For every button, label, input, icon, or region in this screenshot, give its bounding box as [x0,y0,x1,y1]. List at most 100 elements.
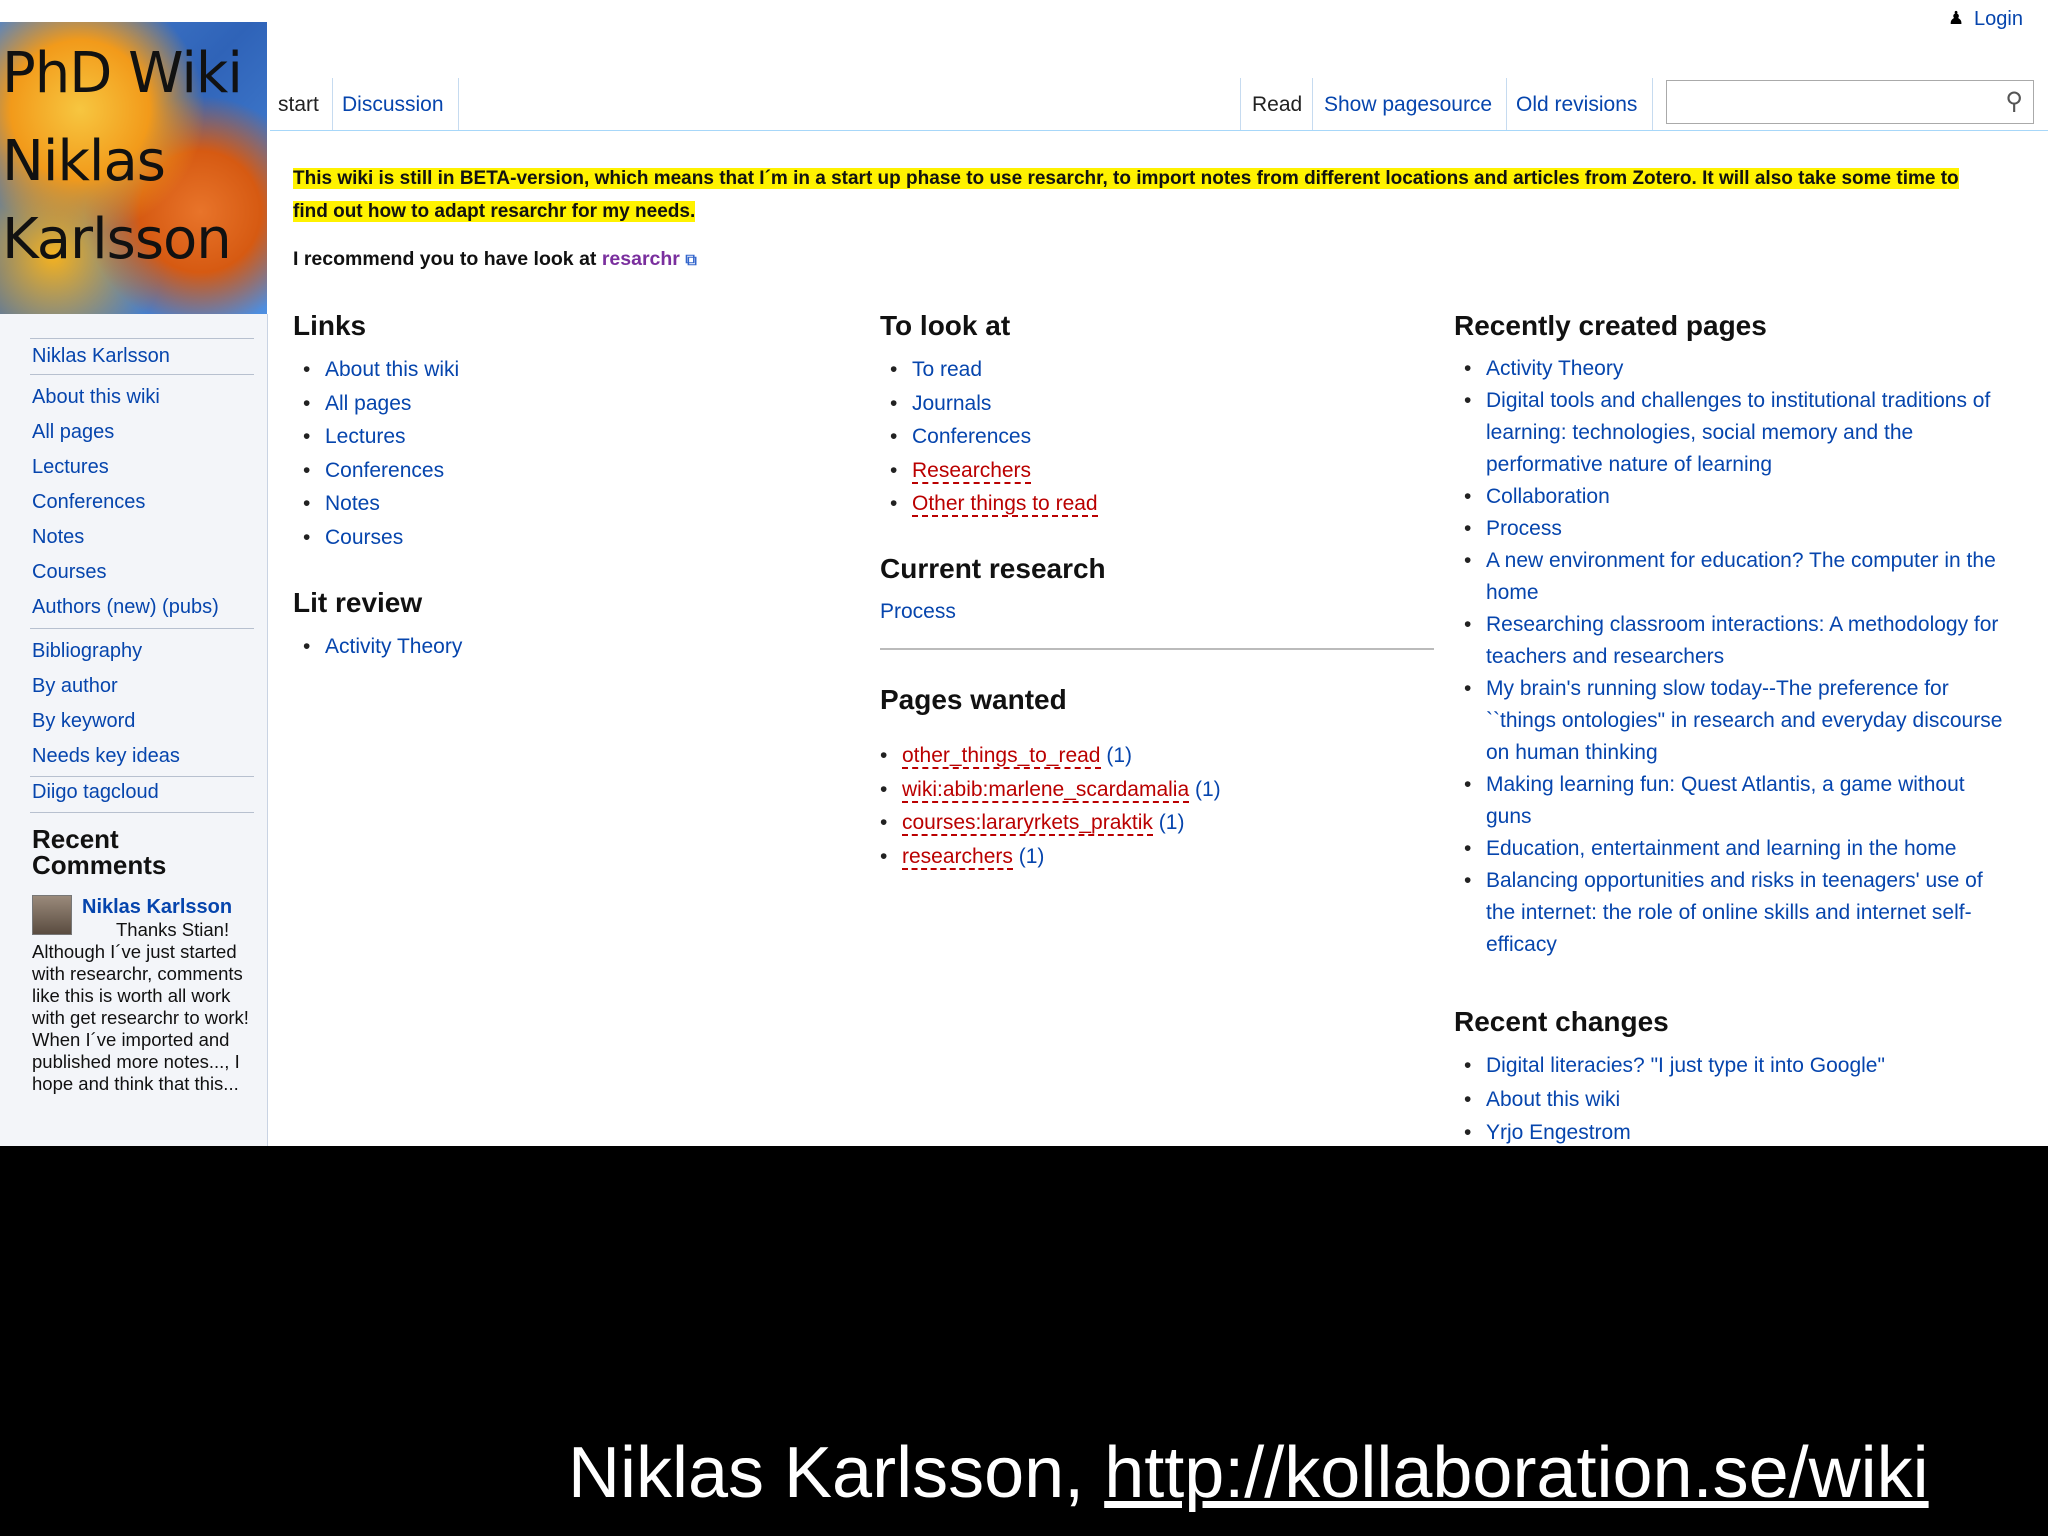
tab-discussion[interactable]: Discussion [332,80,454,130]
links-list: About this wiki All pages Lectures Confe… [293,353,459,554]
recent-comments-title: Comments [32,850,167,880]
list-item[interactable]: Courses [293,521,459,555]
recently-created-heading: Recently created pages [1454,310,1767,341]
list-item[interactable]: courses:lararyrkets_praktik (1) [870,806,1221,840]
tab-start[interactable]: start [268,80,329,130]
list-item[interactable]: Digital literacies? "I just type it into… [1454,1049,1885,1083]
wiki-logo[interactable]: PhD Wiki Niklas Karlsson [0,22,267,314]
sidebar-divider [30,812,254,813]
to-look-at-heading: To look at [880,310,1011,341]
sidebar-item-authors[interactable]: Authors (new) (pubs) [32,596,219,619]
wanted-page-link[interactable]: wiki:abib:marlene_scardamalia [902,777,1190,803]
tab-divider [1652,78,1653,130]
beta-notice-text: This wiki is still in BETA-version, whic… [293,168,1959,222]
beta-notice: This wiki is still in BETA-version, whic… [293,162,1993,228]
sidebar-item-bibliography[interactable]: Bibliography [32,640,142,663]
list-item[interactable]: Activity Theory [1454,353,2014,385]
sidebar-item-lectures[interactable]: Lectures [32,456,109,479]
list-item[interactable]: Researchers [880,454,1098,488]
pages-wanted-heading: Pages wanted [880,684,1067,715]
slide-caption: Niklas Karlsson, http://kollaboration.se… [568,1432,1929,1514]
external-link-icon: ⧉ [685,252,697,269]
search-input[interactable]: ⚲ [1666,80,2034,124]
sidebar-item-conferences[interactable]: Conferences [32,491,145,514]
list-item[interactable]: My brain's running slow today--The prefe… [1454,673,2014,769]
caption-url[interactable]: http://kollaboration.se/wiki [1104,1433,1928,1513]
wanted-page-link[interactable]: researchers [902,844,1013,870]
login-link[interactable]: Login [1974,8,2023,31]
list-item[interactable]: Researching classroom interactions: A me… [1454,609,2014,673]
list-item-label: Journals [912,391,992,415]
sidebar-item-diigo-tagcloud[interactable]: Diigo tagcloud [32,781,159,804]
recommend-text: I recommend you to have look at [293,248,597,270]
recent-changes-heading: Recent changes [1454,1006,1669,1037]
sidebar-item-all-pages[interactable]: All pages [32,421,114,444]
recommend-line: I recommend you to have look at resarchr… [293,248,697,271]
recent-comments-heading: Recent Comments [32,826,166,878]
browser-screenshot: PhD Wiki Niklas Karlsson ♟ Login start D… [0,0,2048,1146]
researchr-link[interactable]: resarchr [602,248,680,270]
sidebar-item-notes[interactable]: Notes [32,526,84,549]
missing-page-link[interactable]: Researchers [912,458,1032,484]
sidebar-item-niklas-karlsson[interactable]: Niklas Karlsson [32,345,170,368]
sidebar-divider [30,374,254,375]
lit-review-heading: Lit review [293,587,423,618]
list-item[interactable]: Journals [880,387,1098,421]
list-item[interactable]: All pages [293,387,459,421]
sidebar-item-courses[interactable]: Courses [32,561,106,584]
tab-old-revisions[interactable]: Old revisions [1506,80,1647,130]
list-item-label: To read [912,358,983,381]
tab-bar-line [270,130,2048,131]
wanted-page-link[interactable]: other_things_to_read [902,744,1101,769]
to-look-at-list: To read Journals Conferences Researchers… [880,353,1098,521]
comment-author-link[interactable]: Niklas Karlsson [82,896,232,919]
list-item[interactable]: To read [880,353,1098,387]
sidebar-item-by-author[interactable]: By author [32,675,118,698]
sidebar-item-needs-key-ideas[interactable]: Needs key ideas [32,745,180,768]
list-item[interactable]: Balancing opportunities and risks in tee… [1454,865,2014,961]
list-item[interactable]: Digital tools and challenges to institut… [1454,385,2014,481]
list-item[interactable]: About this wiki [1454,1083,1885,1117]
sidebar-divider [30,776,254,777]
section-divider [880,648,1434,650]
tab-divider [1312,78,1313,130]
recently-created-list: Activity Theory Digital tools and challe… [1454,353,2014,961]
sidebar-item-about[interactable]: About this wiki [32,386,160,409]
comment-text: Thanks Stian! Although I´ve just started… [32,919,249,1094]
lit-review-list: Activity Theory [293,630,462,664]
list-item[interactable]: Conferences [880,420,1098,454]
list-item[interactable]: Yrjo Engestrom [1454,1116,1885,1146]
list-item[interactable]: Collaboration [1454,481,2014,513]
list-item[interactable]: About this wiki [293,353,459,387]
wanted-count: (1) [1106,744,1133,767]
wanted-count: (1) [1194,777,1221,801]
missing-page-link[interactable]: Other things to read [912,492,1098,517]
list-item[interactable]: Education, entertainment and learning in… [1454,833,2014,865]
list-item[interactable]: A new environment for education? The com… [1454,545,2014,609]
list-item[interactable]: other_things_to_read (1) [870,739,1221,773]
caption-name: Niklas Karlsson, [568,1433,1085,1513]
wanted-page-link[interactable]: courses:lararyrkets_praktik [902,811,1153,836]
sidebar-divider [30,628,254,629]
tab-show-pagesource[interactable]: Show pagesource [1314,80,1502,130]
list-item[interactable]: Conferences [293,454,459,488]
list-item[interactable]: Making learning fun: Quest Atlantis, a g… [1454,769,2014,833]
recent-comments-title: Recent [32,824,119,854]
sidebar-divider [30,338,254,339]
list-item[interactable]: Other things to read [880,487,1098,521]
list-item[interactable]: Process [1454,513,2014,545]
tab-read[interactable]: Read [1242,80,1313,130]
list-item[interactable]: Activity Theory [293,630,462,664]
process-link[interactable]: Process [880,600,956,624]
logo-line: PhD Wiki [2,41,243,106]
list-item[interactable]: Lectures [293,420,459,454]
current-research-heading: Current research [880,553,1106,584]
list-item[interactable]: wiki:abib:marlene_scardamalia (1) [870,773,1221,807]
search-icon[interactable]: ⚲ [2005,87,2023,116]
sidebar-item-by-keyword[interactable]: By keyword [32,710,135,733]
pages-wanted-list: other_things_to_read (1) wiki:abib:marle… [870,739,1221,873]
list-item-label: Conferences [912,425,1032,448]
tab-divider [1240,78,1241,130]
list-item[interactable]: Notes [293,487,459,521]
list-item[interactable]: researchers (1) [870,840,1221,874]
